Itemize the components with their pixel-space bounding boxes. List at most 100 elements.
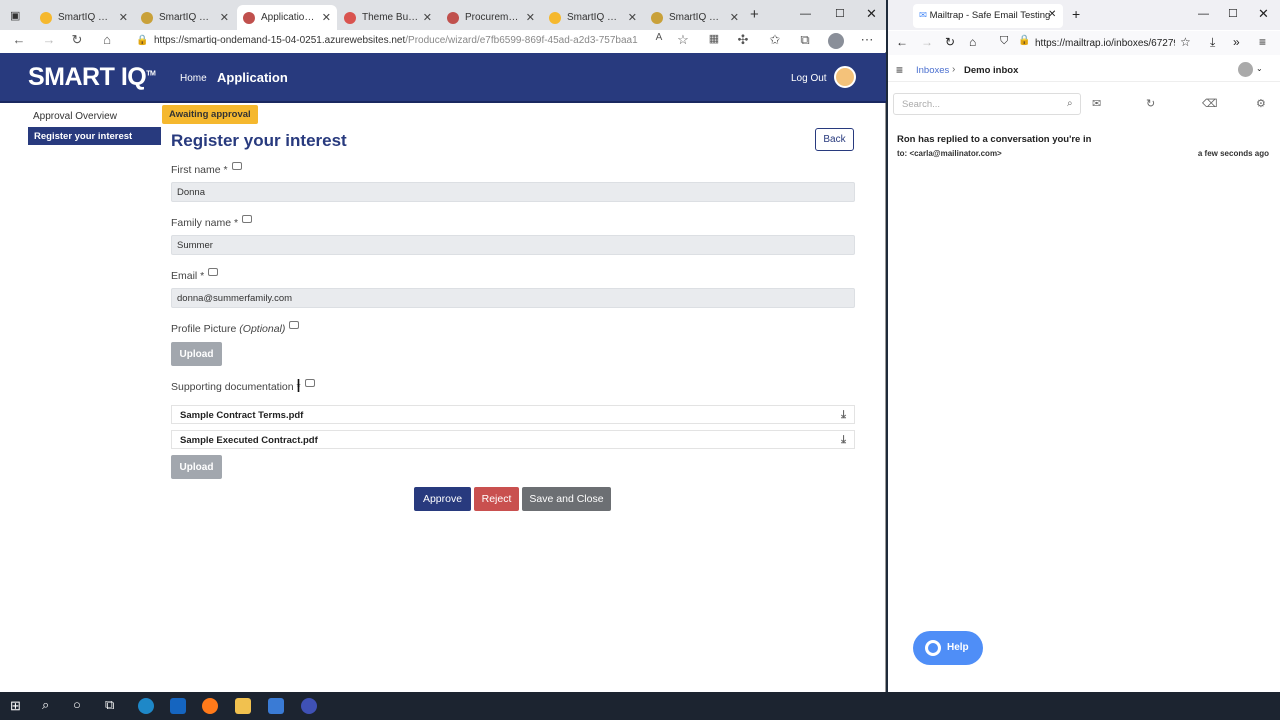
settings-gear-icon[interactable]: ⚙: [1256, 97, 1266, 110]
refresh-icon[interactable]: ↻: [68, 32, 86, 48]
nav-application[interactable]: Application: [217, 70, 288, 85]
downloads-icon[interactable]: ⤓: [1210, 35, 1215, 50]
maximize-icon[interactable]: ☐: [1228, 7, 1238, 20]
back-arrow-icon[interactable]: ←: [896, 35, 908, 49]
forward-arrow-icon[interactable]: →: [921, 35, 933, 49]
extensions-puzzle-icon[interactable]: ✣: [734, 32, 752, 48]
lock-icon: 🔒: [1018, 35, 1031, 46]
firefox-tab[interactable]: ✉ Mailtrap - Safe Email Testing: [913, 4, 1063, 28]
tab-favicon-icon: [549, 11, 561, 24]
overflow-icon[interactable]: »: [1233, 35, 1240, 49]
message-subject[interactable]: Ron has replied to a conversation you're…: [897, 134, 1091, 145]
profile-upload-button[interactable]: Upload: [171, 342, 222, 366]
doc-upload-button[interactable]: Upload: [171, 455, 222, 479]
close-tab-icon[interactable]: ✕: [119, 11, 128, 24]
comment-icon[interactable]: [208, 268, 219, 276]
sidebar-item-approval-overview[interactable]: Approval Overview: [33, 111, 117, 122]
teams-taskbar-icon[interactable]: [268, 698, 284, 714]
close-tab-icon[interactable]: ✕: [322, 11, 331, 24]
edge-taskbar-icon[interactable]: [138, 698, 154, 714]
download-icon[interactable]: ⤓: [841, 409, 846, 422]
family-name-field[interactable]: Summer: [171, 235, 855, 255]
comment-icon[interactable]: [304, 379, 315, 387]
first-name-field[interactable]: Donna: [171, 182, 855, 202]
account-avatar[interactable]: [1238, 62, 1253, 77]
back-button[interactable]: Back: [815, 128, 854, 151]
new-tab-button[interactable]: +: [1072, 6, 1080, 22]
file-row[interactable]: Sample Executed Contract.pdf ⤓: [171, 430, 855, 449]
mark-read-icon[interactable]: ✉: [1092, 97, 1101, 110]
collections-icon[interactable]: ⧉: [796, 32, 814, 48]
close-window-icon[interactable]: ✕: [1258, 6, 1269, 22]
browser-tab[interactable]: Theme Builder ✕: [338, 5, 438, 30]
home-icon[interactable]: ⌂: [98, 32, 116, 47]
cortana-icon[interactable]: ○: [73, 697, 81, 712]
browser-tab[interactable]: Application - Re ✕: [237, 5, 337, 30]
menu-icon[interactable]: ≡: [1259, 35, 1266, 49]
search-icon[interactable]: ⌕: [42, 697, 49, 713]
extension-icon[interactable]: ▦: [705, 32, 723, 45]
profile-avatar[interactable]: [828, 33, 844, 49]
new-tab-button[interactable]: +: [750, 6, 759, 23]
close-tab-icon[interactable]: ✕: [526, 11, 535, 24]
forward-arrow-icon[interactable]: →: [40, 32, 58, 47]
comment-icon[interactable]: [242, 215, 253, 223]
refresh-icon[interactable]: ↻: [945, 35, 955, 49]
minimize-icon[interactable]: —: [1198, 8, 1209, 20]
back-arrow-icon[interactable]: ←: [10, 32, 28, 47]
outlook-taskbar-icon[interactable]: [170, 698, 186, 714]
close-tab-icon[interactable]: ✕: [220, 11, 229, 24]
read-aloud-icon[interactable]: A: [650, 32, 668, 43]
smartiq-logo[interactable]: SMART IQTM: [28, 63, 156, 92]
tab-actions-icon[interactable]: ▣: [10, 9, 20, 22]
user-avatar[interactable]: [834, 66, 856, 88]
maximize-icon[interactable]: ☐: [835, 7, 845, 20]
comment-icon[interactable]: [231, 162, 242, 170]
close-window-icon[interactable]: ✕: [866, 6, 877, 22]
file-explorer-taskbar-icon[interactable]: [235, 698, 251, 714]
download-icon[interactable]: ⤓: [841, 434, 846, 447]
refresh-inbox-icon[interactable]: ↻: [1146, 97, 1155, 110]
windows-start-icon[interactable]: ⊞: [10, 698, 21, 714]
bookmark-star-icon[interactable]: ☆: [1180, 35, 1191, 49]
close-tab-icon[interactable]: ✕: [423, 11, 432, 24]
mail-search-input[interactable]: Search...: [893, 93, 1081, 115]
firefox-address-bar[interactable]: https://mailtrap.io/inboxes/67279: [1035, 38, 1175, 49]
save-close-button[interactable]: Save and Close: [522, 487, 611, 511]
favorite-icon[interactable]: ☆: [674, 32, 692, 48]
family-name-label-text: Family name *: [171, 217, 239, 229]
approve-button[interactable]: Approve: [414, 487, 471, 511]
address-bar[interactable]: 🔒 https://smartiq-ondemand-15-04-0251.az…: [132, 32, 638, 50]
firefox-taskbar-icon[interactable]: [202, 698, 218, 714]
breadcrumb-inboxes[interactable]: Inboxes: [916, 65, 949, 76]
search-icon[interactable]: ⌕: [1067, 98, 1073, 109]
favorites-bar-icon[interactable]: ✩: [766, 32, 784, 48]
recorder-taskbar-icon[interactable]: [301, 698, 317, 714]
clear-inbox-icon[interactable]: ⌫: [1202, 97, 1218, 110]
browser-tab[interactable]: SmartIQ Manag ✕: [543, 5, 643, 30]
browser-tab[interactable]: SmartIQ Design ✕: [645, 5, 745, 30]
browser-tab[interactable]: SmartIQ Manag ✕: [34, 5, 134, 30]
help-button[interactable]: Help: [913, 631, 983, 665]
reject-button[interactable]: Reject: [474, 487, 519, 511]
minimize-icon[interactable]: —: [800, 8, 811, 20]
comment-icon[interactable]: [289, 321, 300, 329]
task-view-icon[interactable]: ⧉: [105, 697, 114, 713]
hamburger-icon[interactable]: ≡: [896, 63, 903, 77]
sidebar-item-register[interactable]: Register your interest: [28, 127, 161, 145]
email-field[interactable]: donna@summerfamily.com: [171, 288, 855, 308]
shield-icon[interactable]: ⛉: [1000, 35, 1008, 48]
close-tab-icon[interactable]: ✕: [628, 11, 637, 24]
chevron-down-icon[interactable]: ⌄: [1256, 64, 1263, 73]
file-row[interactable]: Sample Contract Terms.pdf ⤓: [171, 405, 855, 424]
tab-favicon-icon: [651, 11, 663, 24]
logout-link[interactable]: Log Out: [791, 73, 827, 84]
more-menu-icon[interactable]: ⋯: [858, 32, 876, 48]
close-tab-icon[interactable]: ✕: [730, 11, 739, 24]
browser-tab[interactable]: Procurement Pr ✕: [441, 5, 541, 30]
browser-tab[interactable]: SmartIQ Design ✕: [135, 5, 235, 30]
close-tab-icon[interactable]: ✕: [1048, 9, 1056, 20]
message-time: a few seconds ago: [1197, 149, 1269, 158]
home-icon[interactable]: ⌂: [969, 35, 976, 49]
nav-home-link[interactable]: Home: [180, 73, 207, 84]
